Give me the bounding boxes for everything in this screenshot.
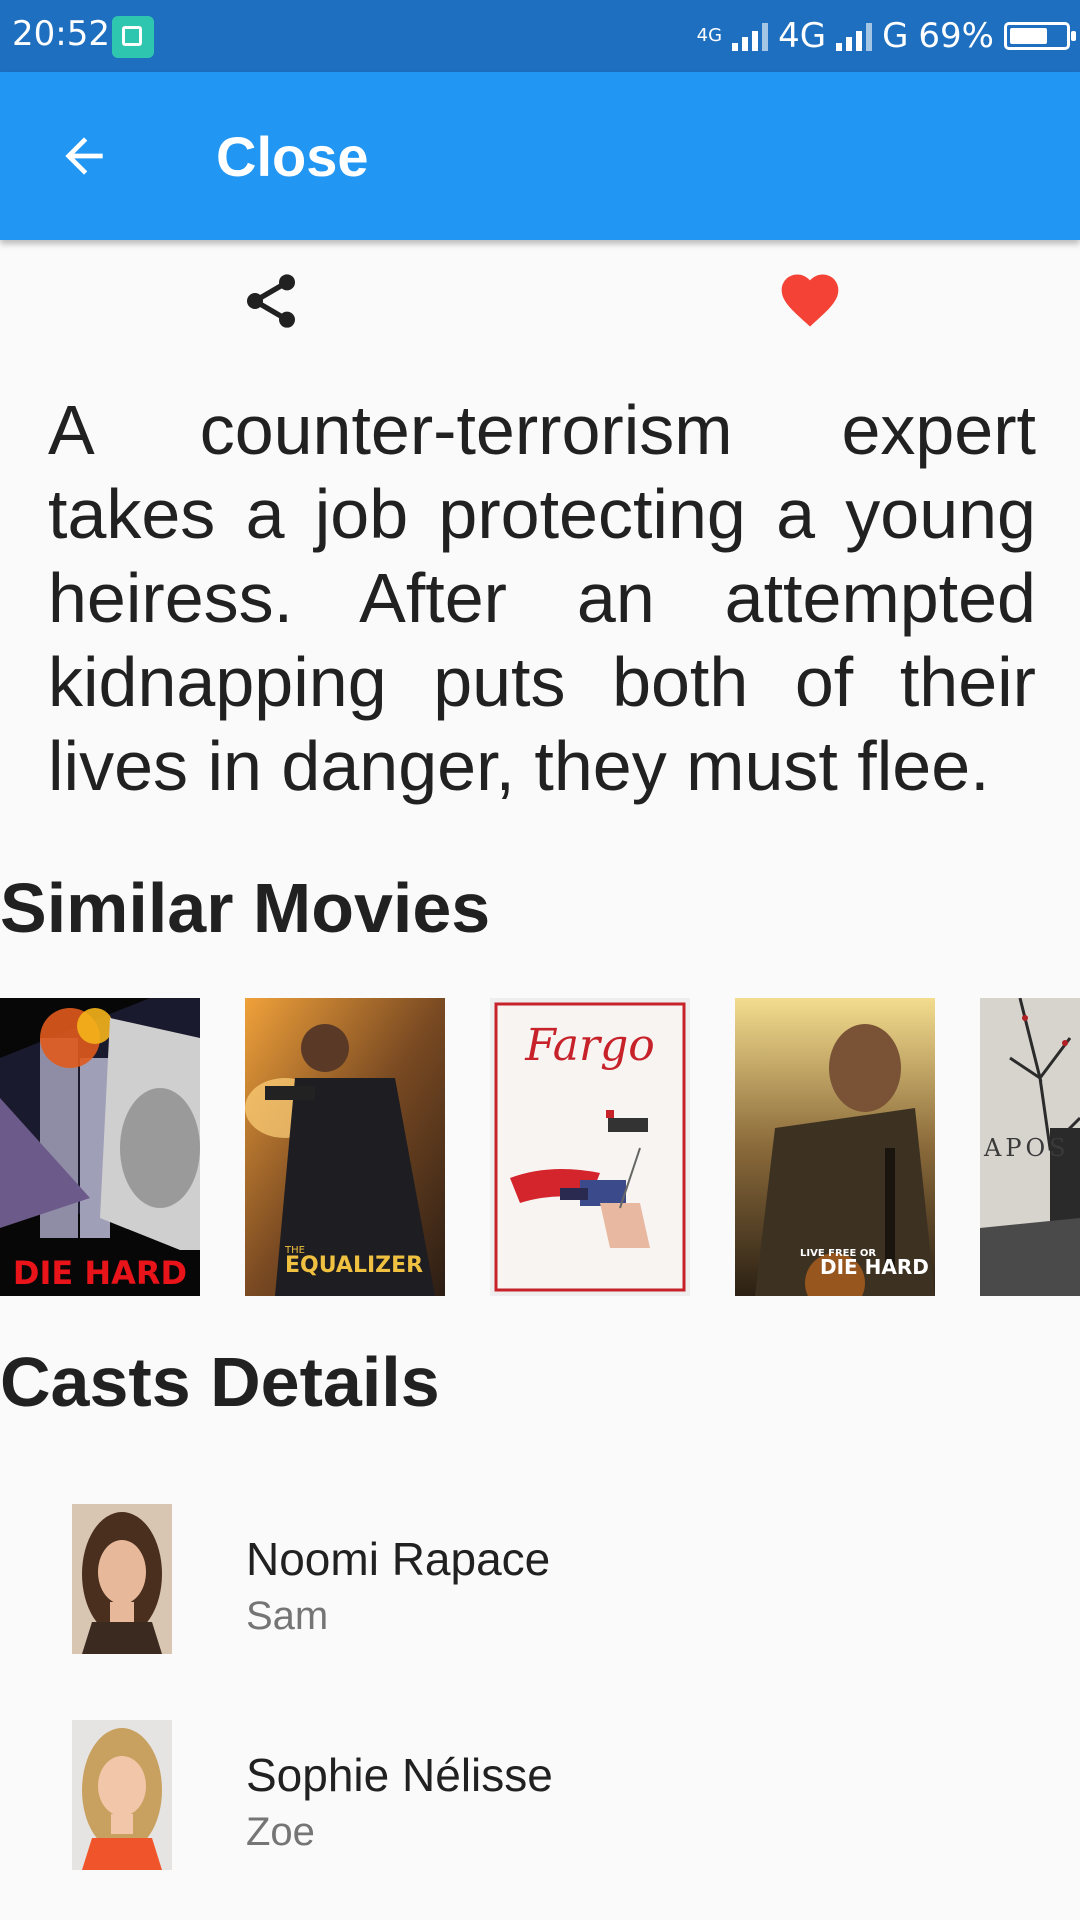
cast-character: Zoe xyxy=(246,1810,315,1854)
status-time: 20:52 xyxy=(12,14,110,54)
poster-title: APOS xyxy=(983,1134,1070,1162)
network-4g-label: 4G xyxy=(778,16,827,56)
cast-name: Sophie Nélisse xyxy=(246,1749,553,1801)
favorite-button[interactable] xyxy=(770,260,850,340)
similar-movie-poster[interactable]: THE EQUALIZER xyxy=(245,998,445,1296)
poster-title: DIE HARD xyxy=(13,1254,187,1292)
similar-movies-list[interactable]: DIE HARD THE EQUALIZER Fargo LIVE FREE O… xyxy=(0,998,1080,1296)
poster-title: EQUALIZER xyxy=(285,1253,423,1278)
similar-movies-heading: Similar Movies xyxy=(0,869,491,947)
cast-photo xyxy=(72,1720,172,1870)
back-button[interactable] xyxy=(44,116,124,196)
signal-strength-icon xyxy=(836,21,873,51)
battery-percent: 69% xyxy=(918,16,994,56)
arrow-left-icon xyxy=(65,137,103,175)
poster-title: DIE HARD xyxy=(820,1255,929,1279)
share-icon xyxy=(247,274,295,328)
heart-icon xyxy=(781,274,839,327)
battery-icon xyxy=(1004,22,1076,50)
app-bar: Close xyxy=(0,72,1080,240)
cast-photo xyxy=(72,1504,172,1654)
signal-strength-icon xyxy=(732,21,769,51)
battery-level-fill xyxy=(1010,28,1048,44)
network-g-label: G xyxy=(882,16,909,56)
cast-character: Sam xyxy=(246,1594,329,1638)
similar-movie-poster[interactable]: APOS xyxy=(980,998,1080,1296)
poster-title: Fargo xyxy=(524,1020,654,1071)
app-bar-title: Close xyxy=(216,125,369,188)
cast-list-item[interactable]: Noomi Rapace Sam xyxy=(0,1504,1080,1654)
similar-movie-poster[interactable]: Fargo xyxy=(490,998,690,1296)
casts-details-heading: Casts Details xyxy=(0,1343,440,1421)
status-indicators: 4G 4G G 69% xyxy=(696,14,1076,58)
status-bar: 20:52 4G 4G G 69% xyxy=(0,0,1080,72)
movie-overview: A counter-terrorism expert takes a job p… xyxy=(48,391,1036,805)
share-button[interactable] xyxy=(232,262,310,340)
network-4g-small-label: 4G xyxy=(696,25,723,46)
screenshot-app-icon xyxy=(112,16,154,58)
cast-name: Noomi Rapace xyxy=(246,1533,551,1585)
similar-movie-poster[interactable]: LIVE FREE OR DIE HARD xyxy=(735,998,935,1296)
similar-movie-poster[interactable]: DIE HARD xyxy=(0,998,200,1296)
cast-list-item[interactable]: Sophie Nélisse Zoe xyxy=(0,1720,1080,1870)
